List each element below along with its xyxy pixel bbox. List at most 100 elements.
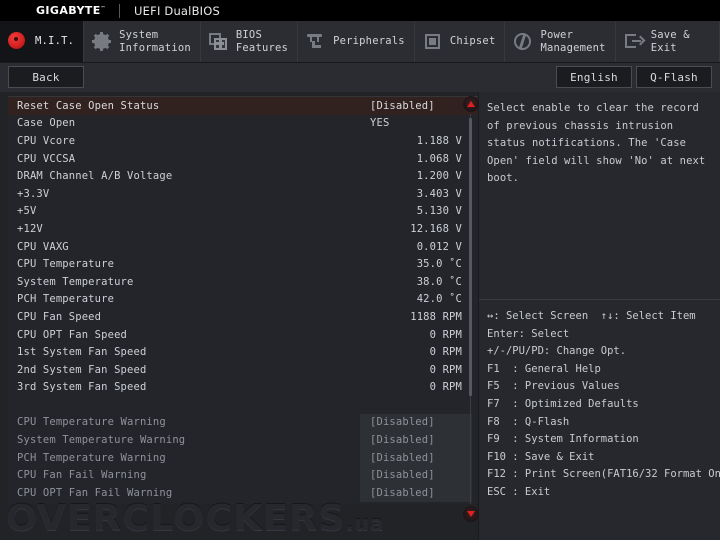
settings-row[interactable]: CPU VAXG 0.012 V bbox=[8, 238, 478, 256]
key-legend-line: F1 : General Help bbox=[487, 362, 601, 375]
settings-row[interactable]: Case Open YES bbox=[8, 115, 478, 133]
settings-row[interactable]: System Temperature 38.0 ˚C bbox=[8, 273, 478, 291]
settings-row[interactable]: CPU Vcore 1.188 V bbox=[8, 132, 478, 150]
settings-row[interactable]: CPU OPT Fan Speed 0 RPM bbox=[8, 326, 478, 344]
chipset-icon bbox=[423, 32, 443, 52]
settings-row[interactable]: PCH Temperature Warning [Disabled] bbox=[8, 448, 478, 467]
tab-system-information[interactable]: System Information bbox=[84, 21, 201, 62]
settings-row-label: +3.3V bbox=[17, 187, 50, 200]
key-legend-line: +/-/PU/PD: Change Opt. bbox=[487, 345, 627, 358]
settings-row[interactable]: CPU VCCSA 1.068 V bbox=[8, 150, 478, 168]
settings-row[interactable]: PCH Temperature 42.0 ˚C bbox=[8, 291, 478, 309]
settings-row-label: CPU Fan Fail Warning bbox=[17, 469, 147, 482]
settings-row[interactable]: +5V 5.130 V bbox=[8, 203, 478, 221]
settings-row-value: 35.0 ˚C bbox=[416, 258, 462, 271]
settings-row-label: CPU OPT Fan Fail Warning bbox=[17, 486, 173, 499]
tab-power-management-label: Power Management bbox=[540, 29, 606, 54]
settings-row-value: YES bbox=[370, 117, 390, 130]
settings-row-value: 12.168 V bbox=[410, 222, 462, 235]
tab-mit-label: M.I.T. bbox=[35, 35, 75, 48]
settings-row[interactable]: System Temperature Warning [Disabled] bbox=[8, 431, 478, 449]
brand-divider bbox=[119, 3, 121, 18]
help-divider bbox=[479, 299, 720, 300]
brand-bar: GIGABYTE™ UEFI DualBIOS bbox=[0, 0, 720, 21]
settings-row-value: [Disabled] bbox=[370, 416, 435, 429]
settings-rows: Reset Case Open Status [Disabled] Case Ope… bbox=[8, 97, 478, 502]
key-legend-line: F8 : Q-Flash bbox=[487, 415, 570, 428]
gear-icon bbox=[92, 31, 112, 52]
tab-chipset-label: Chipset bbox=[449, 35, 496, 48]
settings-row[interactable]: 2nd System Fan Speed 0 RPM bbox=[8, 361, 478, 379]
scroll-up-arrow[interactable] bbox=[463, 96, 479, 112]
settings-row-value: 38.0 ˚C bbox=[416, 275, 462, 288]
settings-row-value: 3.403 V bbox=[416, 187, 462, 200]
settings-row-label: 1st System Fan Speed bbox=[17, 346, 147, 359]
settings-row-label: CPU Vcore bbox=[17, 134, 76, 147]
settings-row-value: 1.200 V bbox=[416, 170, 462, 183]
settings-row-value: [Disabled] bbox=[370, 469, 435, 482]
brand-subtitle: UEFI DualBIOS bbox=[134, 3, 221, 18]
settings-row-label: CPU VCCSA bbox=[17, 152, 76, 165]
settings-row-value: [Disabled] bbox=[370, 434, 435, 447]
tab-system-information-label: System Information bbox=[119, 29, 191, 54]
scrollbar-thumb[interactable] bbox=[469, 118, 472, 396]
settings-row[interactable]: DRAM Channel A/B Voltage 1.200 V bbox=[8, 167, 478, 185]
settings-row-value: 0 RPM bbox=[429, 363, 462, 376]
tab-chipset[interactable]: Chipset bbox=[415, 21, 506, 62]
settings-row[interactable]: CPU OPT Fan Fail Warning [Disabled] bbox=[8, 484, 478, 502]
language-button[interactable]: English bbox=[556, 66, 632, 88]
tab-bios-features[interactable]: BIOS Features bbox=[201, 21, 299, 62]
settings-row-label: System Temperature Warning bbox=[17, 434, 186, 447]
settings-row-value: 0 RPM bbox=[429, 328, 462, 341]
gigabyte-logo-text: GIGABYTE bbox=[36, 4, 101, 17]
settings-row[interactable]: CPU Temperature 35.0 ˚C bbox=[8, 255, 478, 273]
settings-row[interactable]: CPU Fan Speed 1188 RPM bbox=[8, 308, 478, 326]
content-area: Reset Case Open Status [Disabled] Case Ope… bbox=[0, 92, 720, 540]
settings-row[interactable]: +12V 12.168 V bbox=[8, 220, 478, 238]
key-legend-line: F9 : System Information bbox=[487, 433, 639, 446]
settings-row[interactable]: CPU Fan Fail Warning [Disabled] bbox=[8, 466, 478, 485]
key-legend-line: F7 : Optimized Defaults bbox=[487, 397, 639, 410]
settings-row-label: 3rd System Fan Speed bbox=[17, 381, 147, 394]
chip-stack-icon bbox=[208, 32, 229, 52]
tab-mit[interactable]: M.I.T. bbox=[0, 21, 85, 62]
settings-row[interactable]: CPU Temperature Warning [Disabled] bbox=[8, 413, 478, 432]
bios-screen: GIGABYTE™ UEFI DualBIOS M.I.T. System In… bbox=[0, 0, 720, 540]
exit-arrow-icon bbox=[624, 32, 646, 52]
key-legend-line: ↔: Select Screen ↑↓: Select Item bbox=[487, 310, 696, 322]
tab-peripherals[interactable]: Peripherals bbox=[298, 21, 415, 62]
settings-row-value: 0 RPM bbox=[429, 381, 462, 394]
settings-row-value: 1188 RPM bbox=[410, 310, 462, 323]
settings-row-value: [Disabled] bbox=[370, 451, 435, 464]
trademark-symbol: ™ bbox=[100, 5, 107, 12]
help-text: Select enable to clear the record of pre… bbox=[487, 102, 706, 185]
tab-strip: M.I.T. System Information BIOS Features … bbox=[0, 21, 720, 63]
settings-row-value: 0 RPM bbox=[429, 346, 462, 359]
key-legend-line: F5 : Previous Values bbox=[487, 380, 620, 393]
settings-row[interactable]: 3rd System Fan Speed 0 RPM bbox=[8, 379, 478, 397]
settings-row-value: 5.130 V bbox=[416, 205, 462, 218]
settings-row-label: Reset Case Open Status bbox=[17, 99, 160, 112]
settings-row-label: System Temperature bbox=[17, 275, 134, 288]
scroll-down-arrow[interactable] bbox=[463, 506, 479, 522]
settings-row-label: CPU VAXG bbox=[17, 240, 69, 253]
target-dot-icon bbox=[8, 31, 28, 52]
tab-bios-features-label: BIOS Features bbox=[235, 29, 289, 54]
tab-power-management[interactable]: Power Management bbox=[505, 21, 616, 62]
settings-row-label: 2nd System Fan Speed bbox=[17, 363, 147, 376]
settings-row-value: 1.188 V bbox=[416, 134, 462, 147]
qflash-button[interactable]: Q-Flash bbox=[636, 66, 712, 88]
settings-row[interactable]: 1st System Fan Speed 0 RPM bbox=[8, 343, 478, 361]
settings-row[interactable]: +3.3V 3.403 V bbox=[8, 185, 478, 203]
settings-row[interactable]: Reset Case Open Status [Disabled] bbox=[8, 97, 478, 115]
settings-row-value: 42.0 ˚C bbox=[416, 293, 462, 306]
settings-list-pane: Reset Case Open Status [Disabled] Case Ope… bbox=[8, 96, 478, 504]
tab-save-and-exit[interactable]: Save & Exit bbox=[616, 21, 720, 62]
settings-row-spacer bbox=[8, 396, 478, 414]
gigabyte-logo: GIGABYTE™ bbox=[0, 4, 106, 17]
connector-icon bbox=[306, 32, 326, 52]
help-pane: Select enable to clear the record of pre… bbox=[478, 92, 720, 540]
back-button[interactable]: Back bbox=[8, 66, 84, 88]
settings-row-label: DRAM Channel A/B Voltage bbox=[17, 170, 173, 183]
settings-row-value: [Disabled] bbox=[370, 486, 435, 499]
